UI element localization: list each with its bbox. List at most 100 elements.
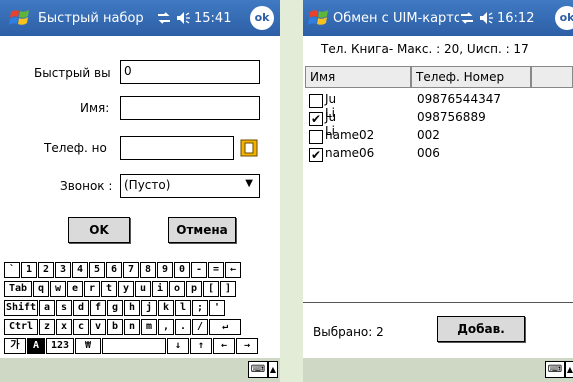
key[interactable]: l	[175, 300, 191, 316]
key[interactable]: .	[175, 319, 191, 335]
key[interactable]: u	[135, 281, 151, 297]
network-icon[interactable]	[459, 10, 475, 26]
windows-flag-icon[interactable]	[8, 6, 32, 30]
key[interactable]: c	[73, 319, 89, 335]
key[interactable]: j	[141, 300, 157, 316]
column-header-empty	[531, 66, 573, 88]
speaker-icon[interactable]	[176, 10, 192, 26]
key[interactable]: h	[124, 300, 140, 316]
key[interactable]: k	[158, 300, 174, 316]
key[interactable]: w	[50, 281, 66, 297]
key[interactable]: '	[209, 300, 225, 316]
key[interactable]: p	[186, 281, 202, 297]
keyboard-row: Tab q w e r t y u i o p[]	[4, 281, 276, 298]
key[interactable]: a	[39, 300, 55, 316]
key[interactable]: 3	[55, 262, 71, 278]
key[interactable]: 1	[21, 262, 37, 278]
name-input[interactable]	[120, 96, 260, 120]
contact-phone: 002	[417, 128, 440, 142]
checkbox-checked-icon[interactable]: ✔	[309, 112, 323, 126]
key[interactable]: Tab	[4, 281, 32, 297]
phone-input[interactable]	[120, 136, 234, 160]
key[interactable]: ]	[220, 281, 236, 297]
cancel-button[interactable]: Отмена	[168, 217, 236, 243]
key[interactable]: m	[141, 319, 157, 335]
windows-flag-icon[interactable]	[307, 6, 331, 30]
key[interactable]: [	[203, 281, 219, 297]
key[interactable]: 4	[72, 262, 88, 278]
key[interactable]: 6	[106, 262, 122, 278]
key[interactable]: s	[56, 300, 72, 316]
key[interactable]: ←	[213, 338, 235, 354]
network-icon[interactable]	[156, 10, 172, 26]
menu-bar: ⌨ ▲	[0, 358, 280, 382]
ok-button[interactable]: OK	[68, 217, 130, 243]
key[interactable]: 9	[157, 262, 173, 278]
contacts-book-icon[interactable]	[240, 139, 258, 157]
key[interactable]: 8	[140, 262, 156, 278]
key[interactable]: q	[33, 281, 49, 297]
contact-phone: 006	[417, 146, 440, 160]
checkbox-empty-icon[interactable]	[309, 94, 323, 108]
key[interactable]: d	[73, 300, 89, 316]
key[interactable]: 123	[46, 338, 74, 354]
key[interactable]: A	[27, 338, 45, 354]
speed-dial-input[interactable]: 0	[120, 60, 260, 84]
key[interactable]: f	[90, 300, 106, 316]
window-title: Обмен с UIM-карто	[333, 11, 459, 26]
key[interactable]: -	[191, 262, 207, 278]
key[interactable]: ←	[225, 262, 241, 278]
key[interactable]: b	[107, 319, 123, 335]
ring-select[interactable]: (Пусто) ▼	[120, 174, 260, 198]
checkbox-empty-icon[interactable]	[309, 130, 323, 144]
keyboard-row: Ctrl z x c v b n m,. / ↵	[4, 319, 276, 336]
keyboard-icon[interactable]: ⌨	[248, 361, 268, 378]
contact-name: name02	[325, 128, 375, 142]
key[interactable]: 2	[38, 262, 54, 278]
chevron-up-icon[interactable]: ▲	[268, 361, 278, 378]
clock[interactable]: 16:12	[497, 11, 534, 26]
key[interactable]: o	[169, 281, 185, 297]
checkbox-checked-icon[interactable]: ✔	[309, 148, 323, 162]
key[interactable]: r	[84, 281, 100, 297]
selected-count: Выбрано: 2	[313, 325, 384, 339]
key[interactable]: x	[56, 319, 72, 335]
key[interactable]: ↑	[190, 338, 212, 354]
key[interactable]: ↵	[209, 319, 241, 335]
key[interactable]: 5	[89, 262, 105, 278]
key[interactable]: ₩	[75, 338, 101, 354]
key[interactable]: /	[192, 319, 208, 335]
key[interactable]: n	[124, 319, 140, 335]
key-space[interactable]	[102, 338, 166, 354]
key[interactable]: g	[107, 300, 123, 316]
key[interactable]: ,	[158, 319, 174, 335]
key[interactable]: 7	[123, 262, 139, 278]
key[interactable]: t	[101, 281, 117, 297]
key[interactable]: ↓	[167, 338, 189, 354]
key[interactable]: →	[236, 338, 258, 354]
key[interactable]: `	[4, 262, 20, 278]
chevron-down-icon: ▼	[245, 178, 253, 189]
key[interactable]: ;	[192, 300, 208, 316]
speaker-icon[interactable]	[479, 10, 495, 26]
chevron-up-icon[interactable]: ▲	[565, 361, 573, 378]
key[interactable]: y	[118, 281, 134, 297]
key[interactable]: i	[152, 281, 168, 297]
phonebook-info: Тел. Книга- Макс. : 20, Uисп. : 17	[321, 42, 529, 56]
clock[interactable]: 15:41	[194, 11, 231, 26]
keyboard-icon[interactable]: ⌨	[545, 361, 565, 378]
key[interactable]: =	[208, 262, 224, 278]
add-button[interactable]: Добав.	[437, 316, 525, 342]
column-header-phone[interactable]: Телеф. Номер	[411, 66, 531, 88]
title-bar: Обмен с UIM-карто 16:12 ok	[303, 0, 573, 36]
key[interactable]: Ctrl	[4, 319, 38, 335]
key[interactable]: Shift	[4, 300, 38, 316]
key[interactable]: e	[67, 281, 83, 297]
ok-close-button[interactable]: ok	[555, 6, 573, 30]
key[interactable]: v	[90, 319, 106, 335]
column-header-name[interactable]: Имя	[305, 66, 411, 88]
key[interactable]: 0	[174, 262, 190, 278]
key[interactable]: z	[39, 319, 55, 335]
key[interactable]: 가	[4, 338, 26, 354]
ok-close-button[interactable]: ok	[250, 6, 274, 30]
